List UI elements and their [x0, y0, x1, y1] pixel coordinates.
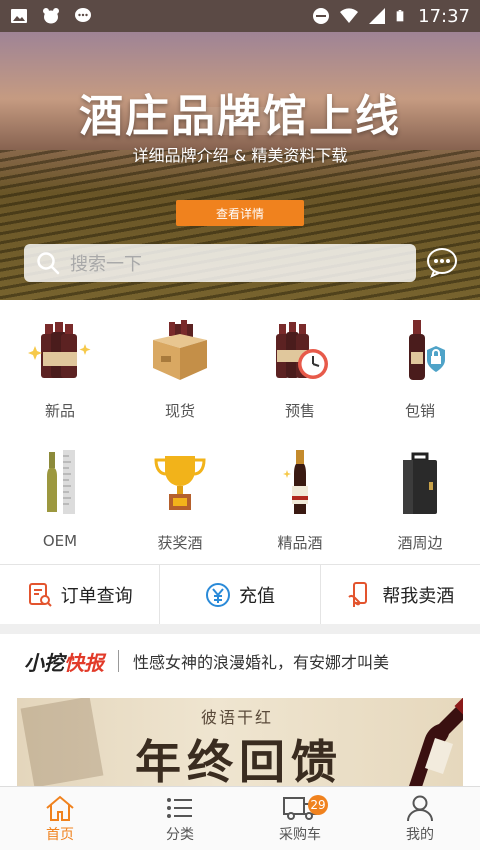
oem-bottle-icon — [47, 450, 75, 514]
category-label: OEM — [42, 532, 78, 550]
yen-icon — [205, 582, 230, 607]
action-label: 订单查询 — [60, 585, 133, 607]
category-oem[interactable]: OEM — [0, 432, 120, 564]
category-accessories[interactable]: 酒周边 — [360, 432, 480, 564]
dnd-icon — [313, 8, 330, 24]
search-placeholder: 搜索一下 — [70, 254, 142, 275]
category-label: 获奖酒 — [157, 534, 203, 552]
action-label: 帮我卖酒 — [382, 585, 455, 607]
status-time: 17:37 — [418, 5, 470, 27]
category-grid: 新品 现货 预售 包销 OEM 获奖酒 精品酒 酒周边 — [0, 300, 480, 564]
category-label: 新品 — [44, 402, 75, 420]
category-new[interactable]: 新品 — [0, 300, 120, 432]
sell-wine-button[interactable]: 帮我卖酒 — [319, 565, 480, 624]
premium-bottle-icon — [283, 450, 308, 514]
tab-purchase-cart[interactable]: 29 采购车 — [240, 787, 360, 850]
wine-box-icon — [153, 320, 207, 380]
wine-case-icon — [403, 452, 437, 514]
list-icon — [167, 797, 192, 818]
recharge-button[interactable]: 充值 — [159, 565, 319, 624]
news-brand-logo: 小挖快报 — [24, 647, 104, 676]
image-icon — [11, 9, 27, 23]
hero-subtitle: 详细品牌介绍 & 精美资料下载 — [132, 146, 348, 165]
user-icon — [407, 795, 433, 821]
search-icon — [37, 252, 60, 275]
bottom-nav: 首页 分类 29 采购车 我的 — [0, 786, 480, 850]
news-brand-part2: 快报 — [64, 650, 104, 675]
promo-banner[interactable]: 彼语干红 年终回馈 — [17, 698, 463, 786]
news-divider — [118, 650, 119, 672]
banner-brand-text: 彼语干红 — [201, 708, 274, 727]
order-query-button[interactable]: 订单查询 — [0, 565, 159, 624]
new-wine-icon — [28, 322, 91, 378]
status-bar: 17:37 — [0, 0, 480, 32]
view-details-button[interactable]: 查看详情 — [176, 200, 304, 226]
tab-label: 我的 — [406, 826, 434, 843]
presale-clock-icon — [276, 322, 328, 379]
category-premium[interactable]: 精品酒 — [240, 432, 360, 564]
tab-label: 采购车 — [279, 826, 321, 843]
trophy-icon — [154, 456, 206, 510]
lock-bottle-icon — [409, 320, 445, 380]
cart-badge: 29 — [308, 795, 328, 815]
banner-headline: 年终回馈 — [135, 735, 343, 786]
category-label: 酒周边 — [397, 534, 443, 552]
promo-section: 彼语干红 年终回馈 — [0, 688, 480, 786]
home-icon — [46, 795, 74, 821]
chat-bubble-icon — [75, 8, 91, 22]
news-brand-part1: 小挖 — [24, 650, 64, 675]
signal-icon — [369, 8, 386, 24]
search-bar[interactable]: 搜索一下 — [24, 244, 416, 282]
message-icon[interactable] — [426, 246, 458, 278]
tab-categories[interactable]: 分类 — [120, 787, 240, 850]
battery-icon — [396, 10, 404, 22]
category-award[interactable]: 获奖酒 — [120, 432, 240, 564]
tab-label: 首页 — [46, 826, 74, 843]
category-in-stock[interactable]: 现货 — [120, 300, 240, 432]
category-label: 精品酒 — [277, 534, 323, 552]
category-label: 包销 — [404, 402, 435, 420]
category-presale[interactable]: 预售 — [240, 300, 360, 432]
wifi-icon — [340, 8, 359, 23]
category-exclusive[interactable]: 包销 — [360, 300, 480, 432]
bear-icon — [43, 8, 59, 24]
news-headline[interactable]: 性感女神的浪漫婚礼，有安娜才叫美 — [133, 649, 389, 673]
category-label: 预售 — [284, 402, 315, 420]
hero-title: 酒庄品牌馆上线 — [79, 91, 401, 142]
tab-mine[interactable]: 我的 — [360, 787, 480, 850]
category-label: 现货 — [164, 402, 195, 420]
news-ticker[interactable]: 小挖快报 性感女神的浪漫婚礼，有安娜才叫美 — [0, 634, 480, 688]
tab-label: 分类 — [166, 826, 194, 843]
order-search-icon — [28, 582, 52, 607]
action-label: 充值 — [238, 585, 275, 607]
wine-bottle-image — [409, 698, 463, 786]
banner-paper-decoration — [20, 698, 104, 786]
quick-actions: 订单查询 充值 帮我卖酒 — [0, 564, 480, 624]
tab-home[interactable]: 首页 — [0, 787, 120, 850]
hand-sell-icon — [348, 581, 368, 607]
